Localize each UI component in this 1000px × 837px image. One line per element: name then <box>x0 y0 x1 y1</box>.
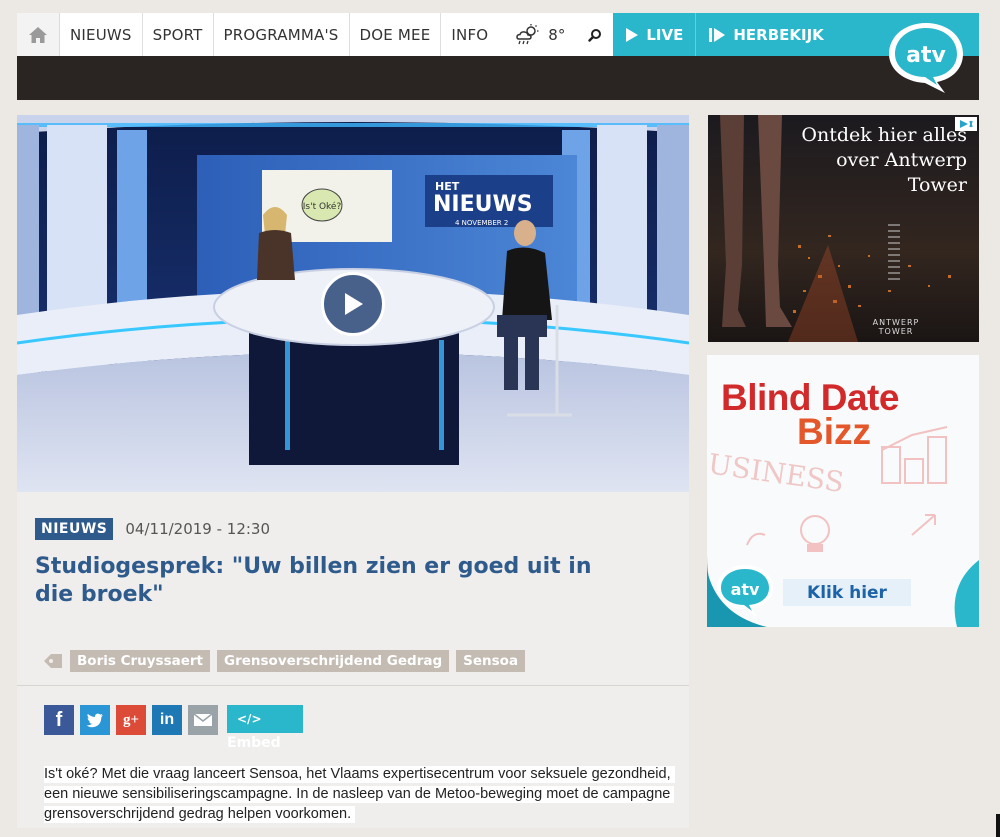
play-icon <box>345 293 363 315</box>
weather-widget[interactable]: 8° <box>498 13 577 56</box>
weather-temperature: 8° <box>548 25 566 44</box>
nav-item-sport[interactable]: SPORT <box>143 13 214 56</box>
svg-text:USINESS: USINESS <box>707 447 846 499</box>
home-icon <box>29 26 47 43</box>
nav-label: SPORT <box>152 25 203 44</box>
nav-label: INFO <box>451 25 489 44</box>
play-button[interactable] <box>321 272 385 336</box>
search-icon <box>588 28 602 42</box>
tag-list: Boris Cruyssaert Grensoverschrijdend Ged… <box>43 650 526 672</box>
adchoices-triangle-icon <box>960 120 973 128</box>
atv-logo[interactable]: atv <box>885 19 967 95</box>
email-share-button[interactable] <box>188 705 218 735</box>
mail-icon <box>193 713 213 726</box>
video-player[interactable]: Is't Oké? HET NIEUWS 4 NOVEMBER 2 <box>17 115 689 492</box>
category-badge[interactable]: NIEUWS <box>35 518 114 540</box>
twitter-icon <box>86 713 103 727</box>
tag-sensoa[interactable]: Sensoa <box>456 650 526 672</box>
article-title: Studiogesprek: "Uw billen zien er goed u… <box>35 554 592 607</box>
publish-date: 04/11/2019 - 12:30 <box>125 520 271 538</box>
article: NIEUWS 04/11/2019 - 12:30 Studiogesprek:… <box>17 492 689 828</box>
weather-cloud-sun-rain-icon <box>516 23 539 44</box>
ad-brand: ANTWERP TOWER <box>872 318 920 336</box>
nav-label: NIEUWS <box>70 25 132 44</box>
nav-label: DOE MEE <box>359 25 431 44</box>
search-button[interactable] <box>577 13 613 56</box>
nav-label: PROGRAMMA'S <box>223 25 339 44</box>
home-button[interactable] <box>17 13 60 56</box>
klik-hier-button[interactable]: Klik hier <box>783 579 911 606</box>
herbekijk-label: HERBEKIJK <box>733 25 824 44</box>
svg-text:atv: atv <box>731 580 760 599</box>
googleplus-share-button[interactable]: g+ <box>116 705 146 735</box>
tag-grensoverschrijdend-gedrag[interactable]: Grensoverschrijdend Gedrag <box>217 650 450 672</box>
twitter-share-button[interactable] <box>80 705 110 735</box>
code-icon: </> <box>237 712 262 726</box>
herbekijk-button[interactable]: HERBEKIJK <box>696 13 836 56</box>
nav-item-info[interactable]: INFO <box>441 13 498 56</box>
ad-blind-date-bizz[interactable]: USINESS atv Blind Date Bizz Klik hier <box>707 355 979 627</box>
logo-text: atv <box>906 43 946 68</box>
googleplus-icon: g+ <box>122 711 140 728</box>
nav-item-nieuws[interactable]: NIEUWS <box>60 13 143 56</box>
facebook-share-button[interactable]: f <box>44 705 74 735</box>
svg-text:Is't Oké?: Is't Oké? <box>303 201 342 212</box>
article-intro-text: Is't oké? Met die vraag lanceert Sensoa,… <box>44 766 675 823</box>
live-button[interactable]: LIVE <box>613 13 697 56</box>
divider <box>17 685 689 686</box>
embed-button[interactable]: </> Embed <box>227 705 303 751</box>
edge-marker <box>996 814 1000 837</box>
nav-item-programmas[interactable]: PROGRAMMA'S <box>214 13 350 56</box>
article-meta: NIEUWS 04/11/2019 - 12:30 <box>35 518 270 540</box>
linkedin-icon: in <box>159 711 175 728</box>
adchoices-icon[interactable] <box>955 117 977 131</box>
sub-navigation-bar <box>17 56 979 100</box>
replay-icon <box>709 27 726 42</box>
ad-antwerp-tower[interactable]: Ontdek hier alles over Antwerp Tower ANT… <box>708 115 979 342</box>
play-triangle-icon <box>626 27 639 42</box>
embed-label: Embed <box>227 735 281 751</box>
share-bar: f g+ in </> Embed <box>44 705 303 751</box>
atv-logo-bubble: atv <box>889 23 963 93</box>
article-intro: Is't oké? Met die vraag lanceert Sensoa,… <box>44 764 684 824</box>
nav-item-doe-mee[interactable]: DOE MEE <box>350 13 442 56</box>
ad-title-line2: Bizz <box>797 411 871 452</box>
live-label: LIVE <box>646 25 684 44</box>
svg-text:4 NOVEMBER 2: 4 NOVEMBER 2 <box>455 219 508 227</box>
top-navigation: NIEUWS SPORT PROGRAMMA'S DOE MEE INFO 8°… <box>17 13 979 56</box>
tag-icon <box>44 654 62 668</box>
tag-boris-cruyssaert[interactable]: Boris Cruyssaert <box>70 650 211 672</box>
ad-headline: Ontdek hier alles over Antwerp Tower <box>801 124 967 196</box>
facebook-icon: f <box>55 708 63 731</box>
linkedin-share-button[interactable]: in <box>152 705 182 735</box>
svg-text:NIEUWS: NIEUWS <box>433 192 533 217</box>
